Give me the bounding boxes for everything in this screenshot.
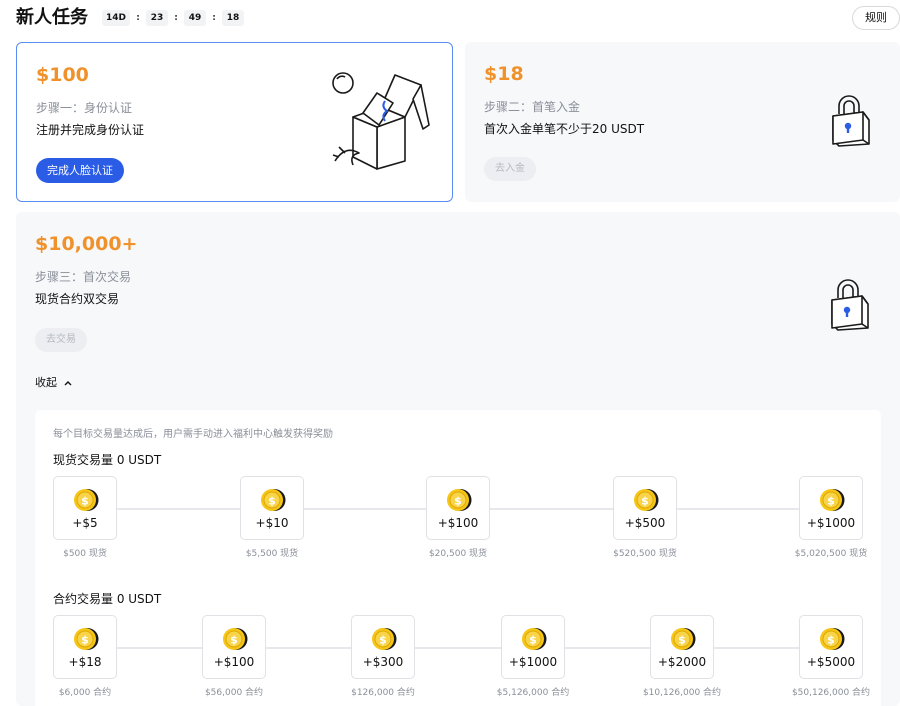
reward-note: 每个目标交易量达成后，用户需手动进入福利中心触发获得奖励: [53, 429, 333, 440]
milestone-reward: +$5: [72, 516, 98, 530]
milestone-reward: +$300: [362, 655, 404, 669]
task-reward: $10,000+: [35, 233, 138, 255]
milestone-reward: +$500: [624, 516, 666, 530]
futures-milestone-track: $ +$18 $6,000 合约 $ +$100 $56,000 合约 $ +$300 $126…: [53, 615, 870, 706]
milestone-reward: +$1000: [806, 516, 856, 530]
collapse-label: 收起: [35, 376, 57, 389]
task-desc: 注册并完成身份认证: [36, 123, 145, 137]
milestone-reward: +$5000: [806, 655, 856, 669]
milestone-node: $ +$1000: [799, 476, 863, 540]
milestone-node: $ +$100: [426, 476, 490, 540]
milestone-reward: +$100: [213, 655, 255, 669]
milestone-caption: $10,126,000 合约: [642, 688, 722, 698]
task-step: 步骤二：首笔入金: [484, 100, 581, 114]
countdown-hours: 23: [146, 10, 168, 26]
task-step: 步骤三：首次交易: [35, 270, 132, 284]
task-card-identity: $100 步骤一：身份认证 注册并完成身份认证 完成人脸认证: [16, 42, 453, 202]
milestone-node: $ +$5: [53, 476, 117, 540]
spot-milestone-track: $ +$5 $500 现货 $ +$10 $5,500 现货 $ +$100 $20,500 现…: [53, 476, 867, 576]
collapse-toggle[interactable]: 收起: [35, 375, 73, 391]
milestone-node: $ +$2000: [650, 615, 714, 679]
progress-line: [85, 647, 831, 649]
milestone-caption: $500 现货: [63, 549, 107, 559]
coin-icon: $: [820, 489, 845, 511]
coin-icon: $: [372, 628, 397, 650]
coin-icon: $: [447, 489, 472, 511]
svg-text:$: $: [268, 495, 276, 508]
coin-icon: $: [261, 489, 286, 511]
milestone-node: $ +$18: [53, 615, 117, 679]
rules-button[interactable]: 规则: [852, 6, 900, 30]
milestone-node: $ +$100: [202, 615, 266, 679]
svg-text:$: $: [827, 634, 835, 647]
gift-box-icon: [332, 72, 430, 170]
countdown-separator: :: [212, 13, 216, 23]
milestone-reward: +$2000: [657, 655, 707, 669]
page-title: 新人任务: [16, 7, 88, 28]
svg-text:$: $: [678, 634, 686, 647]
coin-icon: $: [671, 628, 696, 650]
milestone-caption: $50,126,000 合约: [791, 688, 871, 698]
milestone-node: $ +$300: [351, 615, 415, 679]
svg-text:$: $: [81, 495, 89, 508]
svg-text:$: $: [230, 634, 238, 647]
task-card-trade: $10,000+ 步骤三：首次交易 现货合约双交易 去交易 收起 每个目标交易量…: [16, 212, 900, 706]
milestone-reward: +$100: [437, 516, 479, 530]
coin-icon: $: [634, 489, 659, 511]
svg-text:$: $: [529, 634, 537, 647]
milestone-node: $ +$500: [613, 476, 677, 540]
milestone-caption: $20,500 现货: [428, 549, 488, 559]
svg-text:$: $: [379, 634, 387, 647]
countdown-days: 14D: [102, 10, 130, 26]
deposit-button[interactable]: 去入金: [484, 157, 536, 181]
milestone-node: $ +$1000: [501, 615, 565, 679]
milestone-caption: $5,020,500 现货: [794, 549, 868, 559]
padlock-icon: [832, 95, 870, 147]
padlock-icon: [831, 279, 869, 331]
countdown-minutes: 49: [184, 10, 206, 26]
milestone-reward: +$18: [68, 655, 102, 669]
coin-icon: $: [74, 628, 99, 650]
task-step: 步骤一：身份认证: [36, 101, 133, 115]
coin-icon: $: [522, 628, 547, 650]
header: 新人任务 14D : 23 : 49 : 18 规则: [16, 6, 900, 32]
milestone-node: $ +$5000: [799, 615, 863, 679]
milestone-node: $ +$10: [240, 476, 304, 540]
svg-text:$: $: [81, 634, 89, 647]
svg-text:$: $: [454, 495, 462, 508]
coin-icon: $: [820, 628, 845, 650]
milestone-reward: +$10: [255, 516, 289, 530]
spot-volume-title: 现货交易量 0 USDT: [53, 453, 162, 467]
task-desc: 现货合约双交易: [35, 292, 120, 306]
countdown-separator: :: [174, 13, 178, 23]
milestone-caption: $126,000 合约: [351, 688, 415, 698]
task-reward: $18: [484, 63, 524, 85]
task-desc: 首次入金单笔不少于20 USDT: [484, 122, 645, 136]
coin-icon: $: [74, 489, 99, 511]
milestone-caption: $6,000 合约: [58, 688, 112, 698]
task-reward: $100: [36, 64, 89, 86]
countdown-timer: 14D : 23 : 49 : 18: [102, 10, 244, 26]
milestone-caption: $56,000 合约: [204, 688, 264, 698]
coin-icon: $: [223, 628, 248, 650]
milestone-panel: 每个目标交易量达成后，用户需手动进入福利中心触发获得奖励 现货交易量 0 USD…: [35, 410, 881, 706]
chevron-up-icon: [64, 381, 72, 386]
countdown-seconds: 18: [222, 10, 244, 26]
milestone-caption: $5,126,000 合约: [496, 688, 570, 698]
svg-text:$: $: [641, 495, 649, 508]
svg-text:$: $: [827, 495, 835, 508]
milestone-reward: +$1000: [508, 655, 558, 669]
face-verify-button[interactable]: 完成人脸认证: [36, 158, 124, 183]
milestone-caption: $5,500 现货: [245, 549, 299, 559]
task-card-deposit: $18 步骤二：首笔入金 首次入金单笔不少于20 USDT 去入金: [465, 42, 900, 202]
milestone-caption: $520,500 现货: [613, 549, 677, 559]
futures-volume-title: 合约交易量 0 USDT: [53, 592, 162, 606]
countdown-separator: :: [136, 13, 140, 23]
trade-button[interactable]: 去交易: [35, 328, 87, 352]
